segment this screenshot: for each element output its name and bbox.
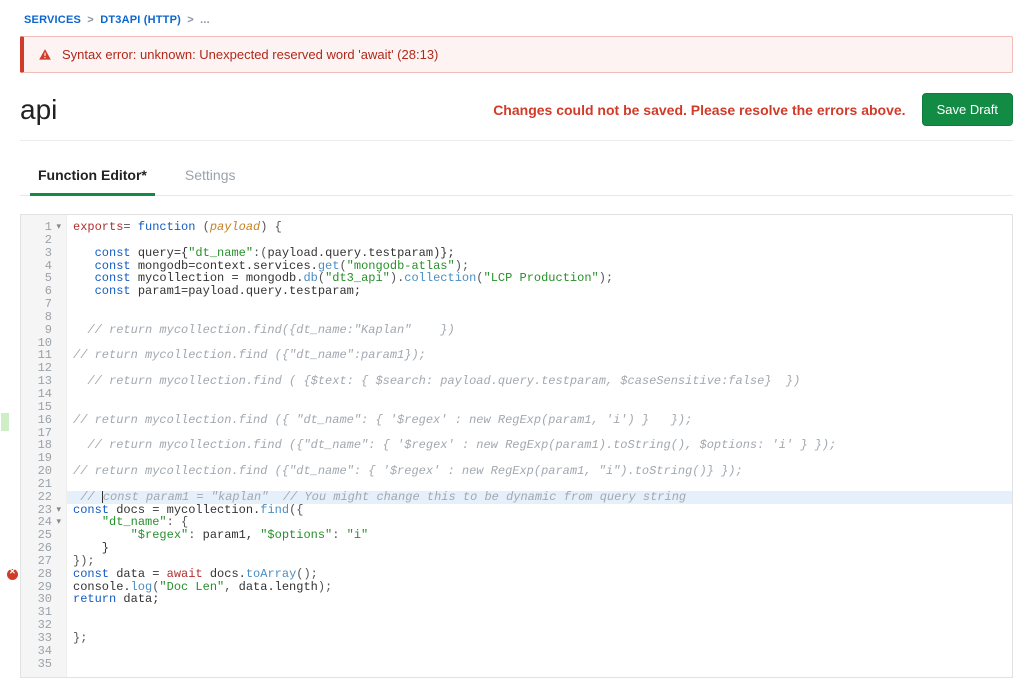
code-line[interactable]: "$regex": param1, "$options": "i"	[73, 529, 1012, 542]
tabs: Function Editor* Settings	[20, 141, 1013, 196]
breadcrumb-item-services[interactable]: SERVICES	[24, 14, 81, 26]
code-line[interactable]: // return mycollection.find({dt_name:"Ka…	[73, 324, 1012, 337]
line-number: 9	[21, 324, 62, 337]
breadcrumb-sep: >	[84, 14, 97, 26]
error-alert: Syntax error: unknown: Unexpected reserv…	[20, 36, 1013, 73]
code-line[interactable]	[73, 658, 1012, 671]
save-draft-button[interactable]: Save Draft	[922, 93, 1013, 126]
line-number: 20	[21, 465, 62, 478]
line-number: 35	[21, 658, 62, 671]
tab-settings[interactable]: Settings	[185, 167, 236, 195]
line-number: 3	[21, 247, 62, 260]
code-line[interactable]: exports= function (payload) {	[73, 221, 1012, 234]
code-line[interactable]: // return mycollection.find ({"dt_name":…	[73, 349, 1012, 362]
code-line[interactable]: // return mycollection.find ({ "dt_name"…	[73, 414, 1012, 427]
code-line[interactable]	[73, 388, 1012, 401]
code-line[interactable]: };	[73, 632, 1012, 645]
line-gutter: 1▾234567891011121314151617181920212223▾2…	[21, 215, 67, 677]
line-number: 15	[21, 401, 62, 414]
line-number: 14	[21, 388, 62, 401]
breadcrumb: SERVICES > DT3API (HTTP) > ...	[20, 8, 1013, 36]
fold-icon[interactable]: ▾	[56, 504, 61, 517]
page-title: api	[20, 94, 57, 126]
fold-icon[interactable]: ▾	[56, 516, 61, 529]
code-editor[interactable]: 1▾234567891011121314151617181920212223▾2…	[20, 214, 1013, 678]
code-line[interactable]	[73, 619, 1012, 632]
code-lines[interactable]: exports= function (payload) { const quer…	[67, 215, 1012, 677]
breadcrumb-item-service[interactable]: DT3API (HTTP)	[100, 14, 181, 26]
code-line[interactable]	[73, 606, 1012, 619]
line-number: 34	[21, 645, 62, 658]
tab-function-editor[interactable]: Function Editor*	[38, 167, 147, 195]
code-line[interactable]: const docs = mycollection.find({	[73, 504, 1012, 517]
line-number: 5	[21, 272, 62, 285]
error-alert-text: Syntax error: unknown: Unexpected reserv…	[62, 47, 438, 62]
line-number: 7	[21, 298, 62, 311]
code-line[interactable]: // return mycollection.find ({"dt_name":…	[73, 439, 1012, 452]
line-number: 1▾	[21, 221, 62, 234]
line-number: 27	[21, 555, 62, 568]
warning-icon	[38, 48, 52, 62]
line-number: 6	[21, 285, 62, 298]
code-line[interactable]: console.log("Doc Len", data.length);	[73, 581, 1012, 594]
line-number: 22	[21, 491, 62, 504]
code-line[interactable]	[73, 298, 1012, 311]
line-number: 8	[21, 311, 62, 324]
line-number: 33	[21, 632, 62, 645]
code-line[interactable]: // return mycollection.find ({"dt_name":…	[73, 465, 1012, 478]
line-number: 21	[21, 478, 62, 491]
line-number: 2	[21, 234, 62, 247]
line-number: 28	[21, 568, 62, 581]
code-line[interactable]	[73, 645, 1012, 658]
code-line[interactable]: const param1=payload.query.testparam;	[73, 285, 1012, 298]
line-number: 26	[21, 542, 62, 555]
line-number: 4	[21, 260, 62, 273]
breadcrumb-ellipsis: ...	[200, 14, 210, 26]
save-error-message: Changes could not be saved. Please resol…	[493, 102, 905, 118]
code-line[interactable]: return data;	[73, 593, 1012, 606]
code-line[interactable]	[73, 478, 1012, 491]
breadcrumb-sep: >	[184, 14, 197, 26]
line-number: 16	[21, 414, 62, 427]
code-line[interactable]: // return mycollection.find ( {$text: { …	[73, 375, 1012, 388]
fold-icon[interactable]: ▾	[56, 221, 61, 234]
code-line[interactable]: }	[73, 542, 1012, 555]
editor-change-marker	[1, 413, 9, 431]
